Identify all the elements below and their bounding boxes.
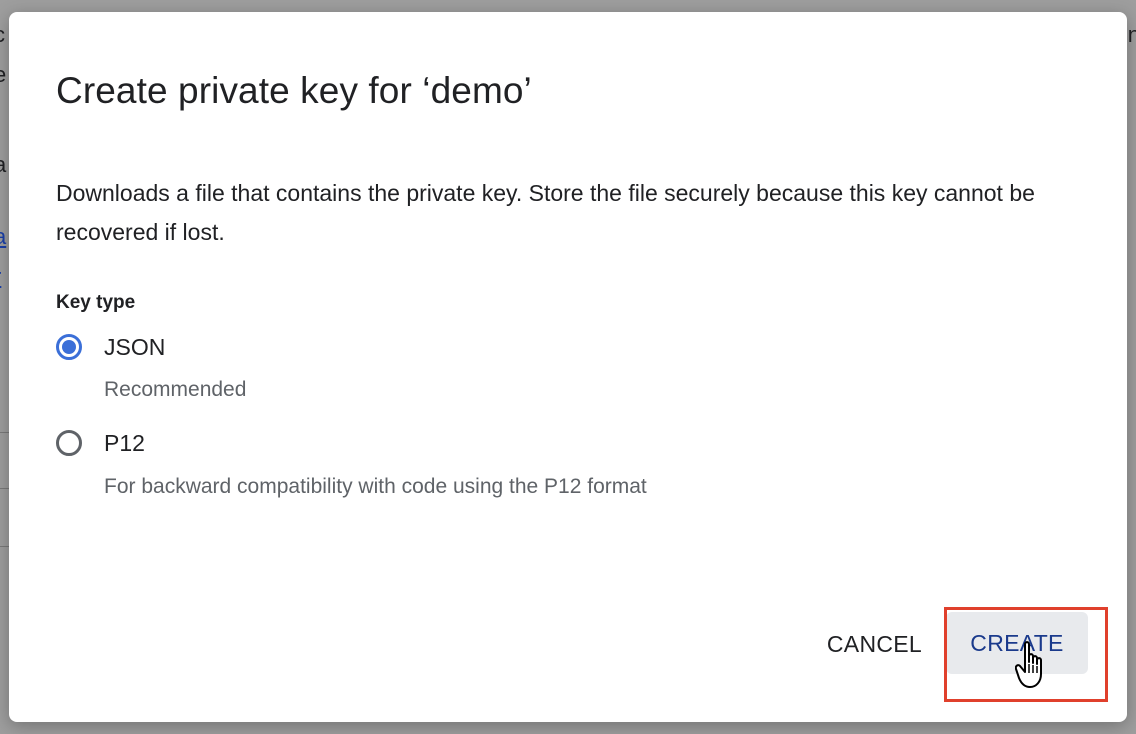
backdrop-text-fragment: c: [0, 22, 5, 48]
backdrop-link-fragment: a: [0, 224, 7, 249]
cancel-button[interactable]: CANCEL: [827, 626, 922, 662]
dialog-title: Create private key for ‘demo’: [56, 70, 532, 111]
key-type-label: Key type: [56, 292, 136, 313]
radio-label-json[interactable]: JSON: [104, 334, 165, 361]
create-button[interactable]: CREATE: [946, 612, 1088, 674]
radio-helper-json: Recommended: [104, 378, 247, 401]
backdrop-text-fragment: a: [0, 152, 7, 177]
radio-checked-icon[interactable]: [56, 334, 82, 360]
radio-helper-p12: For backward compatibility with code usi…: [104, 475, 647, 498]
radio-label-p12[interactable]: P12: [104, 430, 145, 457]
backdrop-text-fragment: n: [1127, 22, 1136, 47]
radio-unchecked-icon[interactable]: [56, 430, 82, 456]
backdrop-text-fragment: e: [0, 62, 7, 87]
radio-option-json[interactable]: JSON: [56, 329, 165, 365]
radio-option-p12[interactable]: P12: [56, 425, 145, 461]
radio-dot-icon: [62, 340, 76, 354]
dialog-description: Downloads a file that contains the priva…: [56, 180, 1035, 245]
backdrop-link-fragment: r: [0, 264, 1, 290]
